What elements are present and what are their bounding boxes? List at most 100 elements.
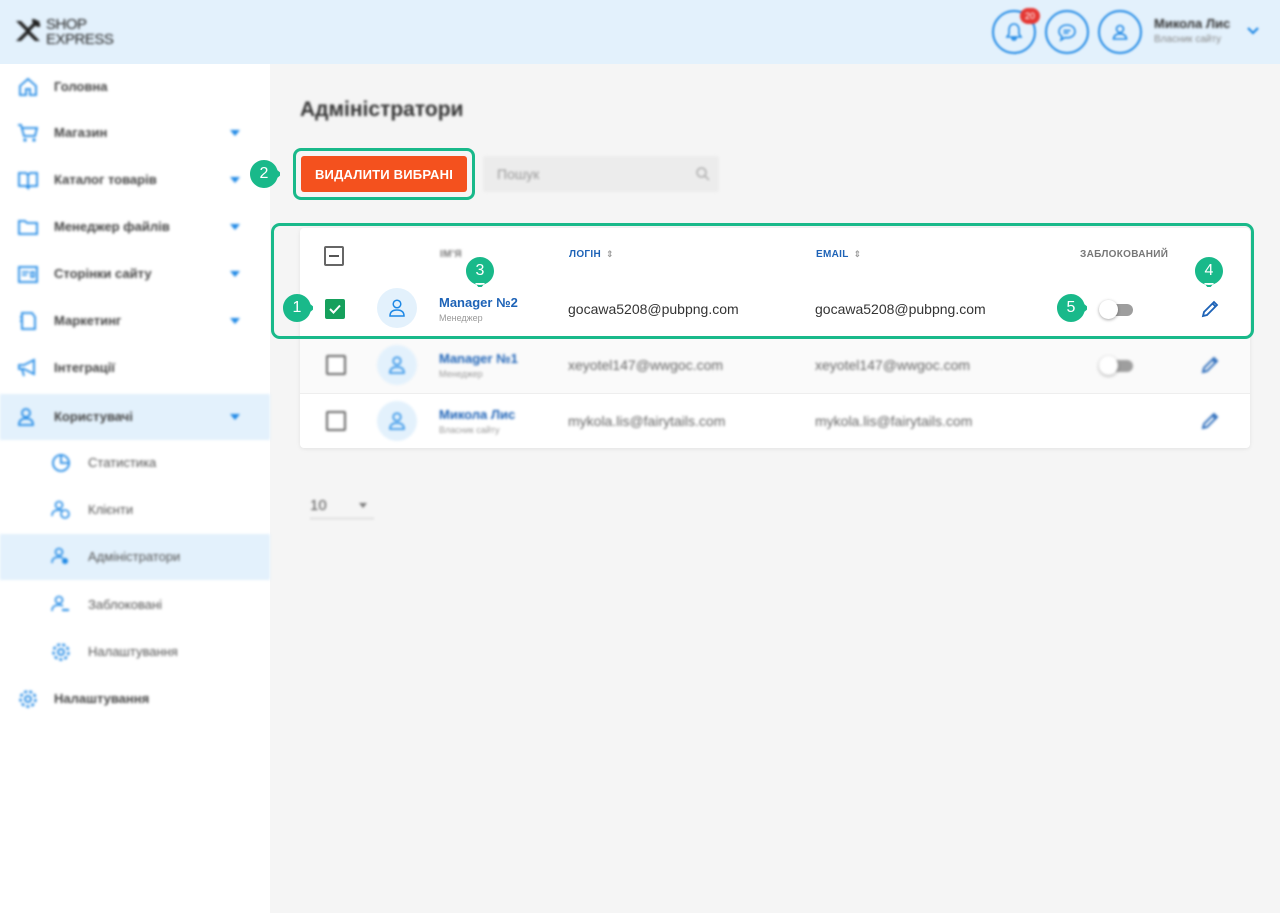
row-divider [300,393,1250,394]
highlight-delete-button: ВИДАЛИТИ ВИБРАНІ [293,148,475,200]
sidebar-item-site-pages[interactable]: Сторінки сайту [0,251,270,297]
sidebar-item-marketing[interactable]: Маркетинг [0,298,270,344]
clients-icon [51,500,70,519]
header-user-name[interactable]: Микола Лис [1154,16,1230,31]
bell-icon [1005,23,1023,41]
chevron-down-icon [230,318,240,324]
sidebar: Головна Магазин Каталог товарів Менеджер… [0,64,270,913]
chevron-down-icon[interactable] [1246,26,1260,36]
sidebar-item-label: Магазин [54,125,108,140]
delete-selected-button[interactable]: ВИДАЛИТИ ВИБРАНІ [301,156,467,192]
admin-email: xeyotel147@wwgoc.com [815,357,971,373]
users-icon [18,408,34,426]
admins-icon [51,547,68,564]
edit-pencil-icon[interactable] [1200,355,1220,375]
sidebar-item-label: Користувачі [54,409,133,424]
annotation-marker-5: 5 [1055,292,1087,324]
chat-icon [1058,24,1076,42]
chevron-down-icon [230,414,240,420]
logo-text-line1: SHOP [46,16,87,33]
gear-icon [19,690,37,708]
rows-per-page-value: 10 [310,497,327,514]
admin-role: Власник сайту [439,425,500,435]
sidebar-subitem-label: Адміністратори [88,549,181,564]
marker-label: 1 [292,299,302,316]
marker-label: 2 [259,165,269,182]
search-input[interactable]: Пошук [483,156,719,192]
marketing-icon [20,312,36,330]
page-title: Адміністратори [300,98,464,121]
chevron-down-icon [230,130,240,136]
sidebar-subitem-blocked[interactable]: Заблоковані [0,582,270,628]
sidebar-subitem-label: Заблоковані [88,597,163,612]
logo-icon [16,19,41,41]
sidebar-subitem-settings[interactable]: Налаштування [0,629,270,675]
sidebar-item-catalog[interactable]: Каталог товарів [0,157,270,203]
marker-label: 5 [1066,299,1076,316]
highlight-first-row [271,223,1254,339]
header-user-role: Власник сайту [1154,34,1222,45]
marker-label: 4 [1204,262,1214,279]
sidebar-item-label: Каталог товарів [54,172,157,187]
row-checkbox[interactable] [326,355,346,375]
sidebar-item-label: Інтеграції [54,360,115,375]
search-placeholder: Пошук [497,166,540,182]
sidebar-subitem-statistics[interactable]: Статистика [0,440,270,486]
sidebar-subitem-clients[interactable]: Клієнти [0,487,270,533]
sidebar-item-shop[interactable]: Магазин [0,110,270,156]
folder-icon [18,220,38,235]
logo-text-line2: EXPRESS [46,31,114,48]
dropdown-arrow-icon [359,503,367,508]
sidebar-item-label: Головна [54,79,108,94]
search-icon[interactable] [695,166,711,182]
sidebar-item-users[interactable]: Користувачі [0,394,270,440]
sidebar-item-label: Менеджер файлів [54,219,170,234]
sidebar-item-home[interactable]: Головна [0,64,270,110]
megaphone-icon [18,358,35,377]
avatar [377,345,417,385]
annotation-marker-4: 4 [1193,255,1225,287]
row-checkbox[interactable] [326,411,346,431]
sidebar-item-label: Маркетинг [54,313,122,328]
admin-role: Менеджер [439,369,483,379]
chevron-down-icon [230,271,240,277]
admin-login: mykola.lis@fairytails.com [568,413,726,429]
blocked-toggle[interactable] [1099,355,1135,375]
avatar [377,401,417,441]
rows-per-page-select[interactable]: 10 [310,495,374,519]
sidebar-item-integrations[interactable]: Інтеграції [0,345,270,391]
sidebar-subitem-label: Статистика [88,455,157,470]
admin-name-link[interactable]: Manager №1 [439,351,518,366]
sidebar-subitem-label: Налаштування [88,644,178,659]
admin-login: xeyotel147@wwgoc.com [568,357,724,373]
chart-icon [52,454,70,472]
annotation-marker-2: 2 [248,158,280,190]
shop-express-logo[interactable]: SHOP EXPRESS [12,14,122,50]
messages-button[interactable] [1045,10,1089,54]
chevron-down-icon [230,177,240,183]
user-icon [389,356,405,374]
admin-name-link[interactable]: Микола Лис [439,407,515,422]
sidebar-item-label: Налаштування [54,691,150,706]
chevron-down-icon [230,224,240,230]
user-icon [1112,24,1128,40]
catalog-icon [18,172,38,191]
annotation-marker-3: 3 [464,255,496,287]
cart-icon [18,124,39,142]
profile-button[interactable] [1098,10,1142,54]
home-icon [19,77,37,96]
toggle-knob [1099,356,1118,375]
marker-label: 3 [475,262,485,279]
notification-count-badge: 20 [1020,8,1040,24]
gear-icon [52,643,70,661]
user-icon [389,412,405,430]
annotation-marker-1: 1 [281,292,313,324]
sidebar-subitem-admins[interactable]: Адміністратори [0,534,270,580]
sidebar-item-file-manager[interactable]: Менеджер файлів [0,204,270,250]
blocked-icon [51,595,69,612]
pages-icon [18,266,38,283]
sidebar-item-settings[interactable]: Налаштування [0,676,270,722]
edit-pencil-icon[interactable] [1200,411,1220,431]
admin-email: mykola.lis@fairytails.com [815,413,973,429]
sidebar-item-label: Сторінки сайту [54,266,152,281]
